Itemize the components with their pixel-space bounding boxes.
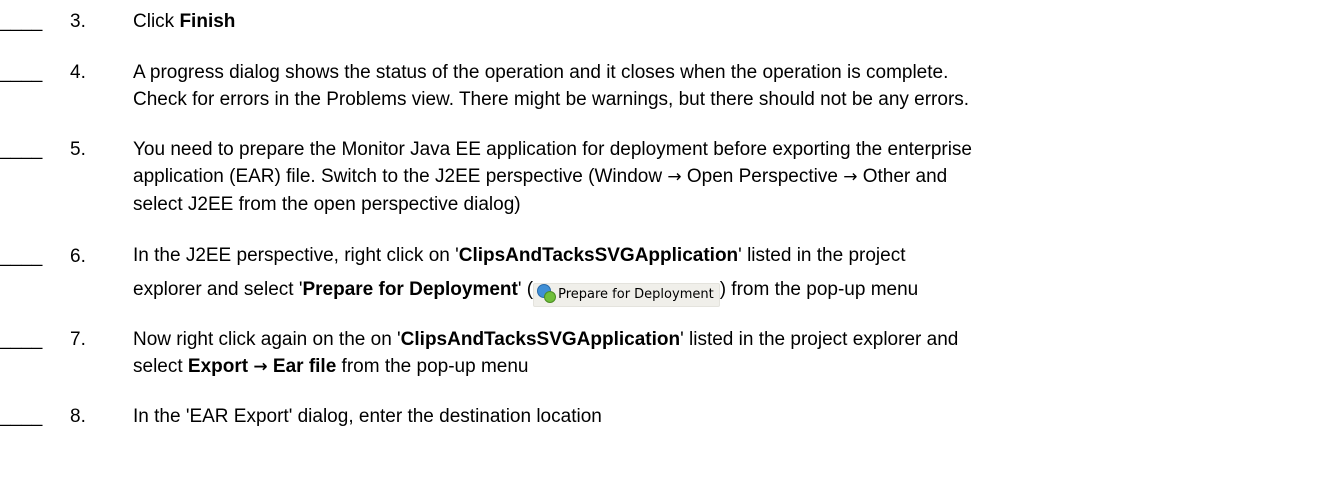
- step-number: 5.: [70, 139, 86, 160]
- step-number: 3.: [70, 11, 86, 32]
- step-text: In the J2EE perspective, right click on …: [133, 239, 1323, 307]
- step-text: Click Finish: [133, 11, 236, 32]
- checkbox-blank: ____: [0, 139, 43, 160]
- step-text: In the 'EAR Export' dialog, enter the de…: [133, 406, 602, 427]
- step-number: 7.: [70, 329, 86, 350]
- prepare-for-deployment-menu-icon: Prepare for Deployment: [533, 283, 720, 307]
- checkbox-blank: ____: [0, 62, 43, 83]
- arrow-right-icon: →: [253, 357, 268, 377]
- checkbox-blank: ____: [0, 406, 43, 427]
- step-number: 4.: [70, 62, 86, 83]
- checkbox-blank: ____: [0, 329, 43, 350]
- step-number: 6.: [70, 246, 86, 267]
- checkbox-blank: ____: [0, 246, 43, 267]
- step-number: 8.: [70, 406, 86, 427]
- arrow-right-icon: →: [667, 167, 682, 187]
- step-text: You need to prepare the Monitor Java EE …: [133, 139, 972, 215]
- step-text: Now right click again on the on 'ClipsAn…: [133, 329, 959, 377]
- step-text: A progress dialog shows the status of th…: [133, 62, 970, 110]
- arrow-right-icon: →: [843, 167, 858, 187]
- deploy-gear-icon: [537, 284, 557, 303]
- checkbox-blank: ____: [0, 11, 43, 32]
